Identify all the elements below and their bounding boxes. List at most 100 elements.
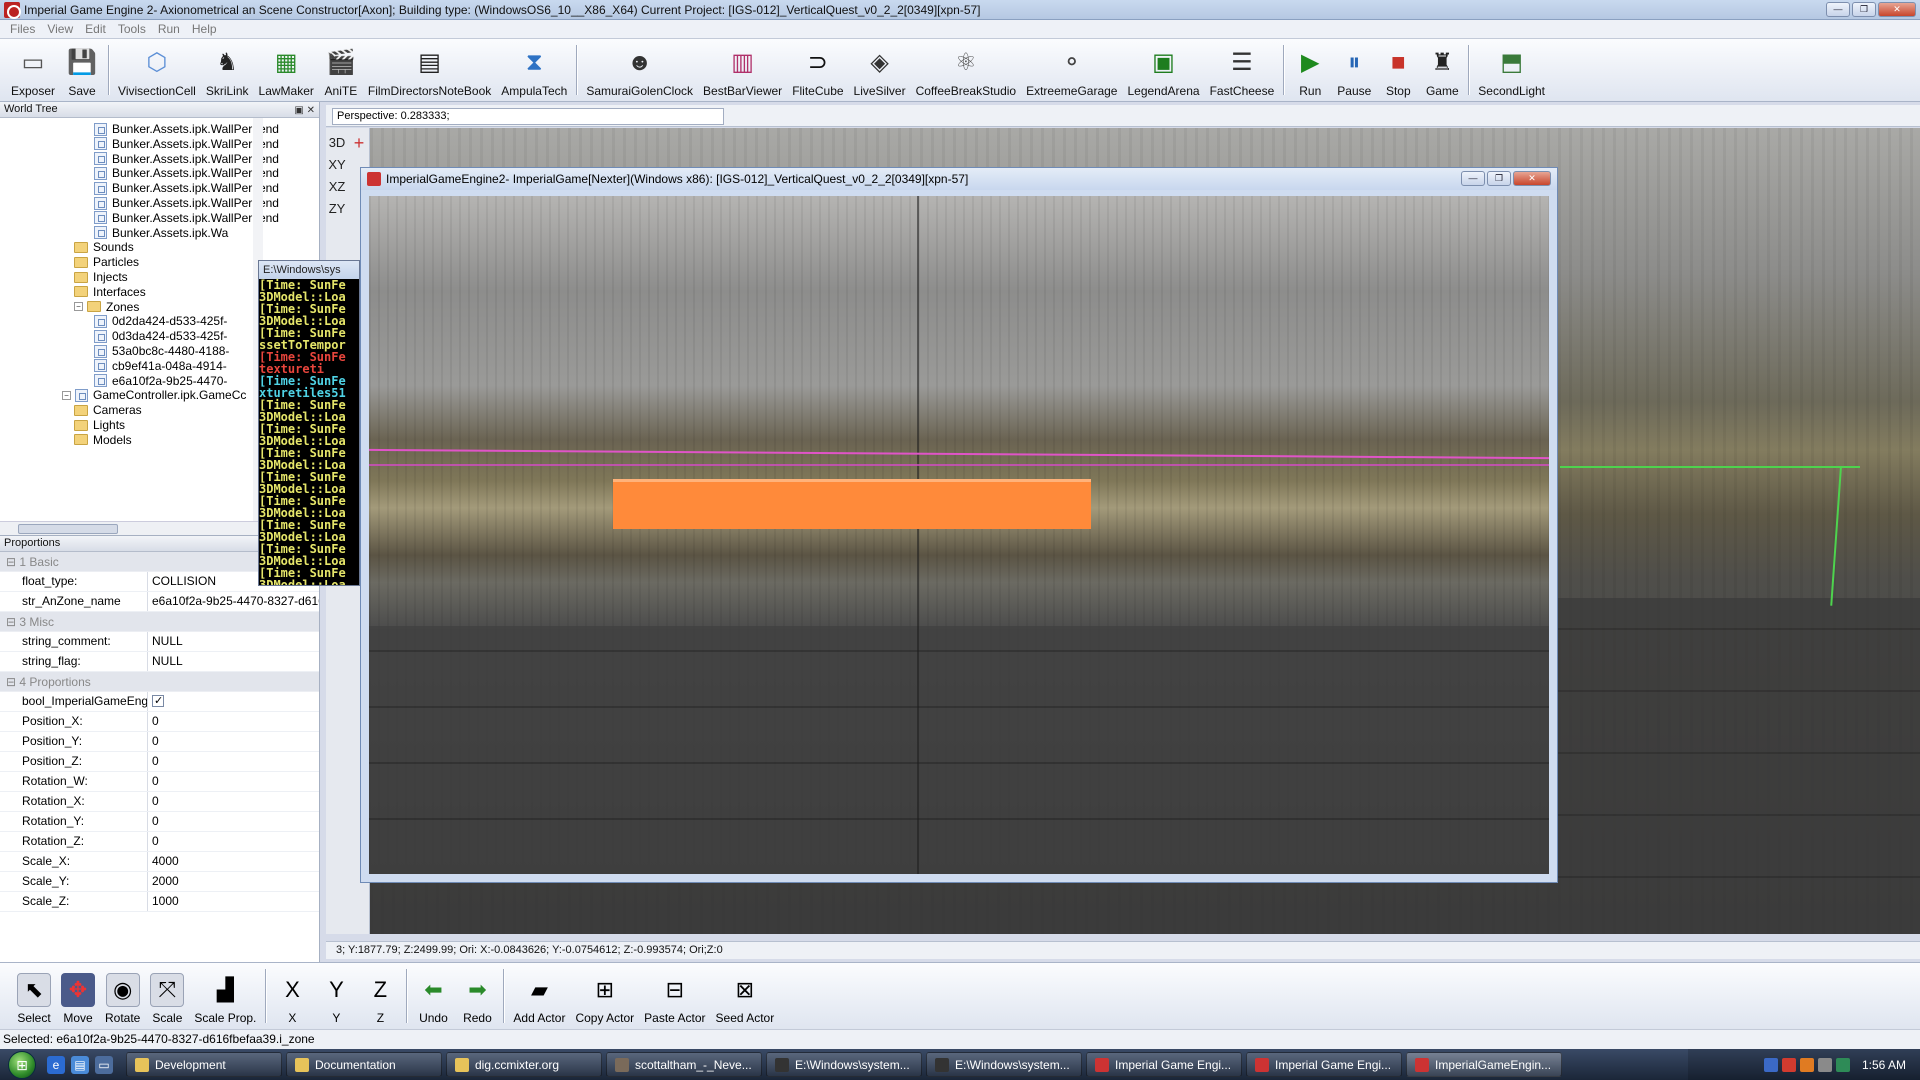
exposer-button[interactable]: ▭ Exposer bbox=[6, 39, 60, 101]
menu-view[interactable]: View bbox=[41, 22, 79, 36]
property-value[interactable]: 2000 bbox=[148, 872, 319, 891]
save-button[interactable]: 💾 Save bbox=[60, 39, 104, 101]
samuraigolenclock-button[interactable]: ☻ SamuraiGolenClock bbox=[581, 39, 698, 101]
run-button[interactable]: ▶ Run bbox=[1288, 39, 1332, 101]
pin-icon[interactable]: ▣ bbox=[294, 105, 303, 116]
stop-button[interactable]: ■ Stop bbox=[1376, 39, 1420, 101]
game-button[interactable]: ♜ Game bbox=[1420, 39, 1464, 101]
collision-zone-box[interactable] bbox=[613, 479, 1091, 529]
restore-button[interactable]: ❐ bbox=[1852, 2, 1876, 17]
taskbar-task[interactable]: Development bbox=[126, 1052, 282, 1077]
tree-horizontal-scrollbar[interactable] bbox=[0, 521, 262, 535]
menu-help[interactable]: Help bbox=[186, 22, 223, 36]
livesilver-button[interactable]: ◈ LiveSilver bbox=[849, 39, 911, 101]
start-button[interactable]: ⊞ bbox=[0, 1049, 44, 1080]
desktop-icon[interactable]: ▭ bbox=[95, 1055, 113, 1074]
property-group-header[interactable]: ⊟ 4 Proportions bbox=[0, 672, 319, 692]
collapse-icon[interactable]: ⊟ bbox=[6, 555, 19, 569]
redo-button[interactable]: ➡ Redo bbox=[455, 963, 499, 1029]
collapse-icon[interactable]: ⊟ bbox=[6, 615, 19, 629]
game-render-area[interactable] bbox=[369, 196, 1549, 874]
taskbar-task[interactable]: Imperial Game Engi... bbox=[1246, 1052, 1402, 1077]
perspective-field[interactable]: Perspective: 0.283333; bbox=[332, 108, 724, 125]
taskbar-task[interactable]: Imperial Game Engi... bbox=[1086, 1052, 1242, 1077]
add-actor-button[interactable]: ▰ Add Actor bbox=[508, 963, 570, 1029]
lawmaker-button[interactable]: ▦ LawMaker bbox=[254, 39, 319, 101]
property-value[interactable]: 0 bbox=[148, 752, 319, 771]
property-value[interactable]: 0 bbox=[148, 812, 319, 831]
skrilink-button[interactable]: ♞ SkriLink bbox=[201, 39, 254, 101]
vivisectioncell-button[interactable]: ⬡ VivisectionCell bbox=[113, 39, 201, 101]
menu-edit[interactable]: Edit bbox=[79, 22, 112, 36]
fastcheese-button[interactable]: ☰ FastCheese bbox=[1205, 39, 1280, 101]
update-icon[interactable] bbox=[1799, 1057, 1814, 1072]
paste-actor-button[interactable]: ⊟ Paste Actor bbox=[639, 963, 710, 1029]
rotate-button[interactable]: ◉ Rotate bbox=[100, 963, 145, 1029]
taskbar-task[interactable]: dig.ccmixter.org bbox=[446, 1052, 602, 1077]
move-button[interactable]: ✥ Move bbox=[56, 963, 100, 1029]
add-viewport-icon[interactable]: + bbox=[348, 130, 370, 156]
game-minimize-button[interactable]: — bbox=[1461, 171, 1485, 186]
taskbar-task[interactable]: E:\Windows\system... bbox=[926, 1052, 1082, 1077]
anite-button[interactable]: 🎬 AniTE bbox=[319, 39, 363, 101]
filmdirectorsnotebook-button[interactable]: ▤ FilmDirectorsNoteBook bbox=[363, 39, 496, 101]
menu-run[interactable]: Run bbox=[152, 22, 186, 36]
game-restore-button[interactable]: ❐ bbox=[1487, 171, 1511, 186]
menu-tools[interactable]: Tools bbox=[112, 22, 152, 36]
minimize-button[interactable]: — bbox=[1826, 2, 1850, 17]
property-value[interactable]: 0 bbox=[148, 732, 319, 751]
bestbarviewer-button[interactable]: ▥ BestBarViewer bbox=[698, 39, 787, 101]
z-button[interactable]: ZZ bbox=[358, 963, 402, 1029]
console-window[interactable]: E:\Windows\sys [Time: SunFe 3DModel::Loa[… bbox=[258, 260, 360, 586]
property-value[interactable]: NULL bbox=[148, 632, 319, 651]
property-value[interactable]: e6a10f2a-9b25-4470-8327-d616 bbox=[148, 592, 319, 611]
x-button[interactable]: XX bbox=[270, 963, 314, 1029]
taskbar-task[interactable]: scottaltham_-_Neve... bbox=[606, 1052, 762, 1077]
volume-icon[interactable] bbox=[1817, 1057, 1832, 1072]
clock[interactable]: 1:56 AM bbox=[1862, 1058, 1906, 1072]
expand-toggle-icon[interactable]: − bbox=[74, 302, 83, 312]
property-group-header[interactable]: ⊟ 3 Misc bbox=[0, 612, 319, 632]
property-value[interactable]: NULL bbox=[148, 652, 319, 671]
view-zy-button[interactable]: ZY bbox=[326, 196, 348, 222]
undo-button[interactable]: ⬅ Undo bbox=[411, 963, 455, 1029]
property-value[interactable]: 0 bbox=[148, 832, 319, 851]
property-value[interactable]: 4000 bbox=[148, 852, 319, 871]
y-button[interactable]: YY bbox=[314, 963, 358, 1029]
property-checkbox[interactable] bbox=[152, 692, 164, 711]
taskbar-task[interactable]: Documentation bbox=[286, 1052, 442, 1077]
pane-close-icon[interactable]: ✕ bbox=[307, 105, 315, 116]
close-button[interactable]: ✕ bbox=[1878, 2, 1916, 17]
security-icon[interactable] bbox=[1781, 1057, 1796, 1072]
game-window[interactable]: ImperialGameEngine2- ImperialGame[Nexter… bbox=[360, 167, 1558, 883]
extreemegarage-button[interactable]: ⚬ ExtreemeGarage bbox=[1021, 39, 1122, 101]
taskbar-task[interactable]: ImperialGameEngin... bbox=[1406, 1052, 1562, 1077]
property-value[interactable]: 0 bbox=[148, 792, 319, 811]
network-icon[interactable] bbox=[1763, 1057, 1778, 1072]
menu-files[interactable]: Files bbox=[4, 22, 41, 36]
property-value[interactable] bbox=[148, 692, 319, 711]
explorer-icon[interactable]: ▤ bbox=[71, 1055, 89, 1074]
taskbar-task[interactable]: E:\Windows\system... bbox=[766, 1052, 922, 1077]
seed-actor-button[interactable]: ⊠ Seed Actor bbox=[711, 963, 780, 1029]
property-value[interactable]: 1000 bbox=[148, 892, 319, 911]
game-close-button[interactable]: ✕ bbox=[1513, 171, 1551, 186]
select-button[interactable]: ⬉ Select bbox=[12, 963, 56, 1029]
property-value[interactable]: 0 bbox=[148, 712, 319, 731]
secondlight-button[interactable]: ⬒ SecondLight bbox=[1473, 39, 1550, 101]
flitecube-button[interactable]: ⊃ FliteCube bbox=[787, 39, 848, 101]
coffeebreakstudio-button[interactable]: ⚛ CoffeeBreakStudio bbox=[911, 39, 1022, 101]
tree-item[interactable]: Models bbox=[74, 431, 132, 449]
pause-button[interactable]: ⏸ Pause bbox=[1332, 39, 1376, 101]
ie-icon[interactable]: e bbox=[47, 1055, 65, 1074]
property-value[interactable]: 0 bbox=[148, 772, 319, 791]
copy-actor-button[interactable]: ⊞ Copy Actor bbox=[570, 963, 639, 1029]
legendarena-button[interactable]: ▣ LegendArena bbox=[1122, 39, 1204, 101]
scale-prop-button[interactable]: ▟ Scale Prop. bbox=[189, 963, 261, 1029]
ampulatech-button[interactable]: ⧗ AmpulaTech bbox=[496, 39, 572, 101]
scroll-thumb[interactable] bbox=[18, 524, 118, 534]
expand-toggle-icon[interactable]: − bbox=[62, 390, 71, 400]
scale-button[interactable]: ⤧ Scale bbox=[145, 963, 189, 1029]
collapse-icon[interactable]: ⊟ bbox=[6, 675, 19, 689]
power-icon[interactable] bbox=[1835, 1057, 1850, 1072]
